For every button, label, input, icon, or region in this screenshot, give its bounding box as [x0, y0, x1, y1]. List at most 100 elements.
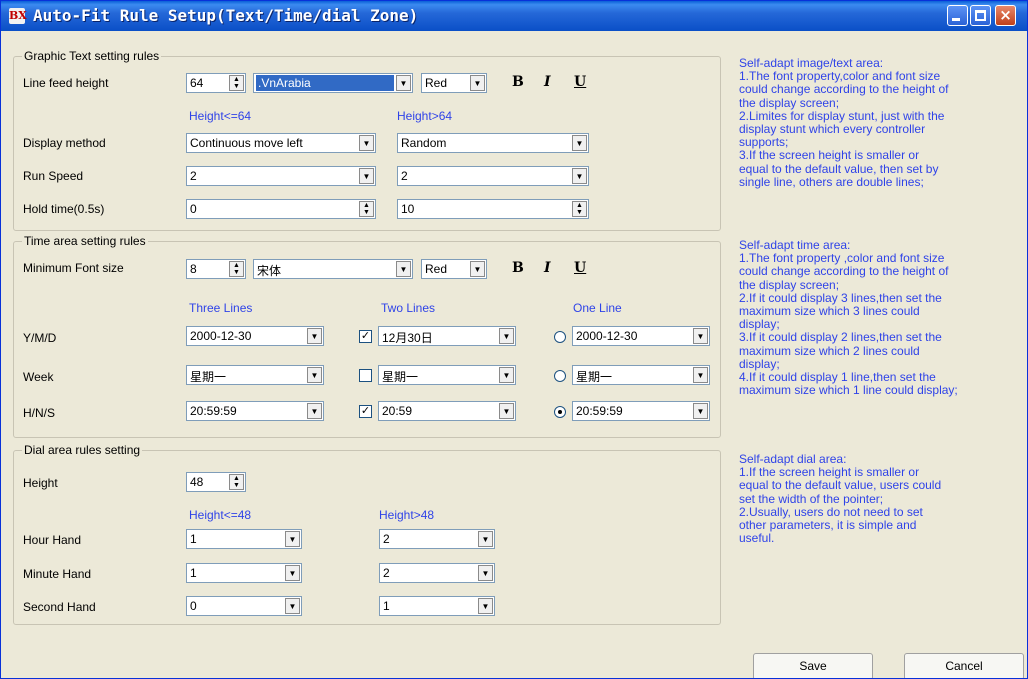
- dial-rules-legend: Dial area rules setting: [22, 443, 143, 457]
- hold-time-high-spinner[interactable]: 10 ▲ ▼: [397, 199, 589, 219]
- time-color-select[interactable]: Red ▼: [421, 259, 487, 279]
- chevron-down-icon[interactable]: ▼: [359, 135, 374, 151]
- ymd-three-select[interactable]: 2000-12-30 ▼: [186, 326, 324, 346]
- line-feed-height-spinner[interactable]: 64 ▲ ▼: [186, 73, 246, 93]
- hns-label: H/N/S: [23, 406, 56, 420]
- chevron-down-icon[interactable]: ▼: [499, 328, 514, 344]
- line-feed-label: Line feed height: [23, 76, 109, 90]
- chevron-down-icon[interactable]: ▼: [693, 403, 708, 419]
- time-area-help: Self-adapt time area: 1.The font propert…: [739, 238, 958, 398]
- time-rules-legend: Time area setting rules: [22, 234, 148, 248]
- hns-three-select[interactable]: 20:59:59 ▼: [186, 401, 324, 421]
- chevron-down-icon[interactable]: ▼: [499, 403, 514, 419]
- chevron-down-icon[interactable]: ▼: [478, 565, 493, 581]
- week-three-select[interactable]: 星期一 ▼: [186, 365, 324, 385]
- display-method-high-select[interactable]: Random ▼: [397, 133, 589, 153]
- hour-hand-low-select[interactable]: 1 ▼: [186, 529, 302, 549]
- chevron-down-icon[interactable]: ▼: [285, 565, 300, 581]
- run-speed-high-select[interactable]: 2 ▼: [397, 166, 589, 186]
- chevron-down-icon[interactable]: ▼: [307, 328, 322, 344]
- text-col-low-header: Height<=64: [189, 109, 252, 123]
- dial-height-spinner[interactable]: 48 ▲ ▼: [186, 472, 246, 492]
- text-underline-button[interactable]: U: [574, 74, 586, 90]
- chevron-down-icon[interactable]: ▼: [396, 75, 411, 91]
- hour-hand-high-select[interactable]: 2 ▼: [379, 529, 495, 549]
- text-bold-button[interactable]: B: [512, 74, 524, 90]
- chevron-down-icon[interactable]: ▼: [396, 261, 411, 277]
- maximize-icon: [975, 10, 986, 21]
- second-hand-high-select[interactable]: 1 ▼: [379, 596, 495, 616]
- minute-hand-high-select[interactable]: 2 ▼: [379, 563, 495, 583]
- text-italic-button[interactable]: I: [544, 74, 551, 90]
- chevron-down-icon[interactable]: ▼: [693, 367, 708, 383]
- min-font-size-label: Minimum Font size: [23, 261, 124, 275]
- chevron-down-icon[interactable]: ▼: [693, 328, 708, 344]
- minute-hand-low-select[interactable]: 1 ▼: [186, 563, 302, 583]
- week-one-radio[interactable]: [554, 370, 566, 382]
- hns-one-select[interactable]: 20:59:59 ▼: [572, 401, 710, 421]
- chevron-down-icon[interactable]: ▼: [307, 403, 322, 419]
- time-italic-button[interactable]: I: [544, 260, 551, 276]
- run-speed-label: Run Speed: [23, 169, 84, 183]
- spin-updown-icon[interactable]: ▲ ▼: [229, 474, 244, 490]
- text-area-help: Self-adapt image/text area: 1.The font p…: [739, 56, 949, 189]
- text-font-select[interactable]: .VnArabia ▼: [253, 73, 413, 93]
- chevron-down-icon[interactable]: ▼: [478, 598, 493, 614]
- spin-updown-icon[interactable]: ▲ ▼: [229, 261, 244, 277]
- hns-two-select[interactable]: 20:59 ▼: [378, 401, 516, 421]
- chevron-down-icon[interactable]: ▼: [572, 168, 587, 184]
- week-label: Week: [23, 370, 54, 384]
- run-speed-low-select[interactable]: 2 ▼: [186, 166, 376, 186]
- spin-updown-icon[interactable]: ▲ ▼: [229, 75, 244, 91]
- hns-two-checkbox[interactable]: ✓: [359, 405, 372, 418]
- minimize-icon: [952, 18, 960, 21]
- ymd-one-radio[interactable]: [554, 331, 566, 343]
- dial-col-high-header: Height>48: [379, 508, 435, 522]
- time-underline-button[interactable]: U: [574, 260, 586, 276]
- text-rules-legend: Graphic Text setting rules: [22, 49, 162, 63]
- week-two-select[interactable]: 星期一 ▼: [378, 365, 516, 385]
- maximize-button[interactable]: [970, 5, 991, 26]
- second-hand-low-select[interactable]: 0 ▼: [186, 596, 302, 616]
- save-button[interactable]: Save: [753, 653, 873, 678]
- dial-rules-group: Dial area rules setting: [13, 443, 721, 625]
- second-hand-label: Second Hand: [23, 600, 96, 614]
- minute-hand-label: Minute Hand: [23, 567, 92, 581]
- window-title: Auto-Fit Rule Setup(Text/Time/dial Zone): [33, 6, 419, 25]
- close-button[interactable]: ×: [995, 5, 1016, 26]
- chevron-down-icon[interactable]: ▼: [285, 531, 300, 547]
- ymd-two-checkbox[interactable]: ✓: [359, 330, 372, 343]
- title-bar[interactable]: BX Auto-Fit Rule Setup(Text/Time/dial Zo…: [1, 1, 1027, 31]
- chevron-down-icon[interactable]: ▼: [499, 367, 514, 383]
- ymd-one-select[interactable]: 2000-12-30 ▼: [572, 326, 710, 346]
- ymd-two-select[interactable]: 12月30日 ▼: [378, 326, 516, 346]
- hns-one-radio[interactable]: [554, 406, 566, 418]
- spin-updown-icon[interactable]: ▲ ▼: [572, 201, 587, 217]
- text-color-select[interactable]: Red ▼: [421, 73, 487, 93]
- dial-col-low-header: Height<=48: [189, 508, 252, 522]
- one-line-header: One Line: [573, 301, 622, 315]
- chevron-down-icon[interactable]: ▼: [470, 75, 485, 91]
- two-lines-header: Two Lines: [381, 301, 436, 315]
- spin-updown-icon[interactable]: ▲ ▼: [359, 201, 374, 217]
- week-two-checkbox[interactable]: [359, 369, 372, 382]
- cancel-button[interactable]: Cancel: [904, 653, 1024, 678]
- chevron-down-icon[interactable]: ▼: [359, 168, 374, 184]
- min-font-size-spinner[interactable]: 8 ▲ ▼: [186, 259, 246, 279]
- hour-hand-label: Hour Hand: [23, 533, 82, 547]
- time-font-select[interactable]: 宋体 ▼: [253, 259, 413, 279]
- chevron-down-icon[interactable]: ▼: [470, 261, 485, 277]
- display-method-low-select[interactable]: Continuous move left ▼: [186, 133, 376, 153]
- close-icon: ×: [999, 6, 1012, 24]
- text-col-high-header: Height>64: [397, 109, 453, 123]
- app-logo-icon: BX: [9, 8, 27, 24]
- week-one-select[interactable]: 星期一 ▼: [572, 365, 710, 385]
- dial-area-help: Self-adapt dial area: 1.If the screen he…: [739, 452, 942, 546]
- chevron-down-icon[interactable]: ▼: [285, 598, 300, 614]
- hold-time-low-spinner[interactable]: 0 ▲ ▼: [186, 199, 376, 219]
- chevron-down-icon[interactable]: ▼: [307, 367, 322, 383]
- chevron-down-icon[interactable]: ▼: [572, 135, 587, 151]
- time-bold-button[interactable]: B: [512, 260, 524, 276]
- chevron-down-icon[interactable]: ▼: [478, 531, 493, 547]
- minimize-button[interactable]: [947, 5, 968, 26]
